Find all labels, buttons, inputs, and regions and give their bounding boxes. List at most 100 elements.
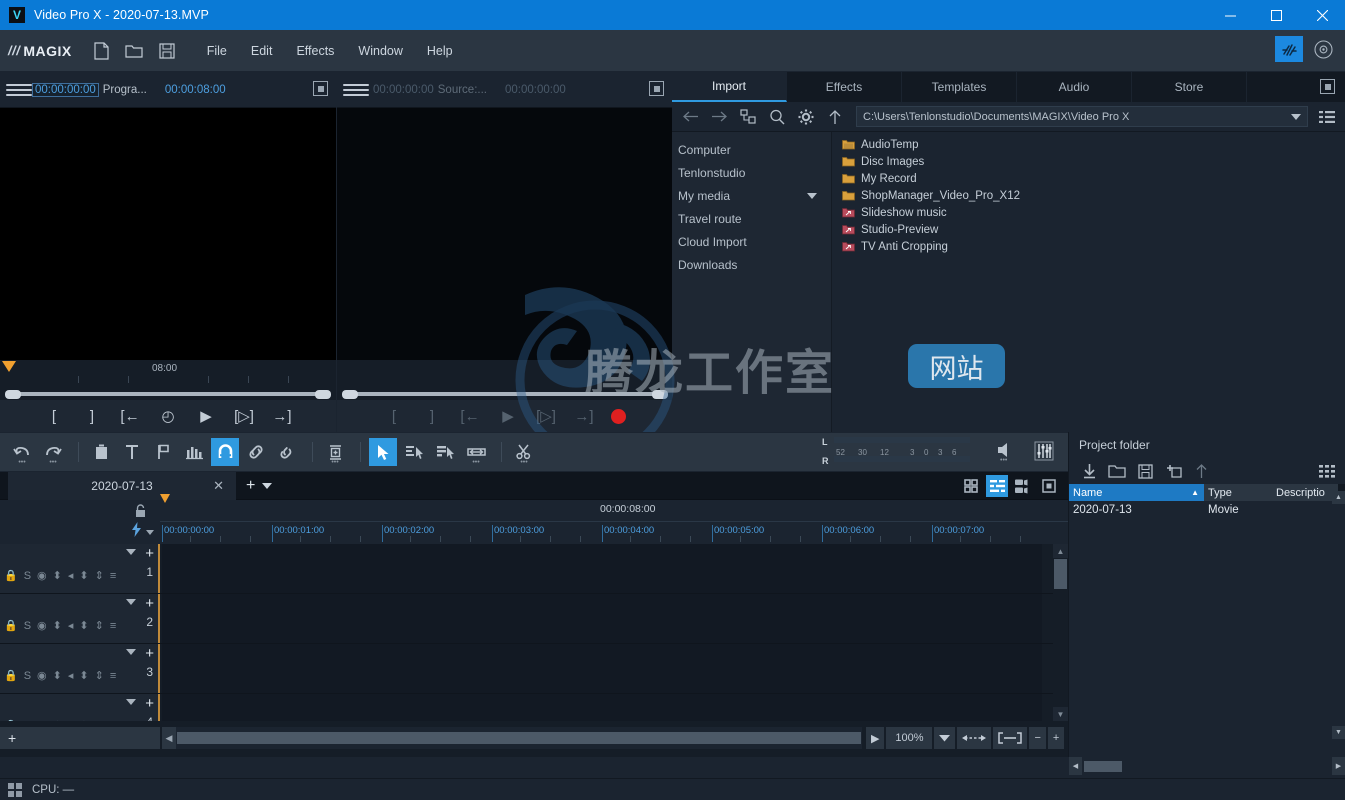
source-range-end-handle[interactable]	[652, 389, 668, 399]
list-item[interactable]: Disc Images	[832, 153, 1345, 170]
track-height-icon[interactable]: ⇕	[95, 669, 104, 682]
sidebar-item-cloud-import[interactable]: Cloud Import	[672, 230, 831, 253]
tab-audio[interactable]: Audio	[1017, 72, 1132, 102]
zoom-to-selection-button[interactable]	[993, 727, 1028, 749]
track-mixer-icon[interactable]: ≡	[110, 570, 116, 582]
program-scrub-bar[interactable]: 08:00	[0, 360, 336, 388]
fireworks-icon[interactable]	[1275, 36, 1303, 62]
add-track-icon[interactable]: +	[145, 595, 154, 612]
media-pool-maximize-icon[interactable]	[1320, 79, 1335, 94]
source-scrub-bar[interactable]	[337, 360, 672, 388]
menu-help[interactable]: Help	[425, 41, 455, 61]
undo-button[interactable]: •••	[8, 438, 36, 466]
path-input[interactable]: C:\Users\Tenlonstudio\Documents\MAGIX\Vi…	[856, 106, 1308, 127]
source-jump-to-start-button[interactable]: [←	[459, 405, 481, 427]
scroll-left-button[interactable]: ◀	[1069, 757, 1082, 775]
keyframe-options-chevron-icon[interactable]	[146, 530, 154, 535]
speaker-icon[interactable]: •••	[995, 440, 1015, 464]
storyboard-view-button[interactable]	[960, 475, 982, 497]
track-volume-icon[interactable]: ⬍	[79, 669, 88, 682]
source-play-range-button[interactable]: [▷]	[535, 405, 557, 427]
sidebar-item-downloads[interactable]: Downloads	[672, 253, 831, 276]
source-play-button[interactable]: ▶	[497, 405, 519, 427]
track-solo-icon[interactable]: S	[24, 620, 31, 632]
delete-button[interactable]	[87, 438, 115, 466]
all-tracks-mode-button[interactable]	[431, 438, 459, 466]
parent-folder-icon[interactable]	[825, 107, 845, 127]
settings-gear-icon[interactable]	[796, 107, 816, 127]
table-row[interactable]: 2020-07-13 Movie	[1069, 501, 1345, 519]
timeline-vertical-scrollbar[interactable]: ▲ ▼	[1053, 544, 1068, 721]
stretch-mode-button[interactable]: •••	[462, 438, 490, 466]
column-header-type[interactable]: Type	[1204, 484, 1272, 501]
track-lane-1[interactable]	[162, 544, 1042, 593]
track-mixer-icon[interactable]: ≡	[110, 620, 116, 632]
track-lock-icon[interactable]: 🔒	[4, 669, 18, 682]
list-item[interactable]: My Record	[832, 170, 1345, 187]
close-tab-icon[interactable]: ✕	[213, 478, 224, 494]
scroll-up-button[interactable]: ▲	[1332, 491, 1345, 504]
track-height-icon[interactable]: ⇕	[95, 619, 104, 632]
source-jump-to-end-button[interactable]: →]	[573, 405, 595, 427]
track-header-2[interactable]: + 🔒 S ◉ ⬍ ◂ ⬍ ⇕ ≡ 2	[0, 594, 160, 643]
program-monitor-maximize-icon[interactable]	[313, 81, 328, 96]
sidebar-item-tenlonstudio[interactable]: Tenlonstudio	[672, 161, 831, 184]
track-options-chevron-icon[interactable]	[126, 549, 136, 555]
track-lane-4[interactable]	[162, 694, 1042, 721]
zoom-out-button[interactable]: −	[1029, 727, 1046, 749]
source-monitor-menu-icon[interactable]	[343, 83, 369, 96]
program-set-in-point-button[interactable]: [	[43, 405, 65, 427]
add-project-button[interactable]: +	[246, 477, 255, 495]
ungroup-button[interactable]	[273, 438, 301, 466]
timeline-timecode-ruler[interactable]: 00:00:00:00 00:00:01:00 00:00:02:00 00:0…	[160, 522, 1068, 544]
program-position-timecode[interactable]: 00:00:00:00	[32, 82, 99, 97]
track-mute-icon[interactable]: ◂	[68, 569, 74, 582]
add-track-icon[interactable]: +	[145, 695, 154, 712]
menu-edit[interactable]: Edit	[249, 41, 275, 61]
mouse-arrow-mode-button[interactable]	[369, 438, 397, 466]
program-jump-to-start-button[interactable]: [←	[119, 405, 141, 427]
menu-effects[interactable]: Effects	[294, 41, 336, 61]
program-set-out-point-button[interactable]: ]	[81, 405, 103, 427]
auto-keyframe-icon[interactable]	[131, 522, 142, 540]
zoom-level-display[interactable]: 100%	[886, 727, 933, 749]
track-solo-icon[interactable]: S	[24, 570, 31, 582]
title-text-button[interactable]	[118, 438, 146, 466]
track-lock-icon[interactable]: 🔒	[4, 569, 18, 582]
tab-store[interactable]: Store	[1132, 72, 1247, 102]
program-jump-to-end-button[interactable]: →]	[271, 405, 293, 427]
project-tab-2020-07-13[interactable]: 2020-07-13 ✕	[8, 471, 236, 500]
track-lock-toggle-icon[interactable]	[134, 504, 147, 521]
scroll-down-button[interactable]: ▼	[1332, 726, 1345, 739]
fit-width-button[interactable]	[957, 727, 992, 749]
open-project-icon[interactable]	[125, 41, 144, 61]
burn-disc-icon[interactable]	[1309, 36, 1337, 62]
add-track-button[interactable]: +	[0, 727, 160, 749]
program-range-slider[interactable]	[0, 388, 336, 400]
scroll-right-button[interactable]: ▶	[866, 727, 885, 749]
zoom-dropdown-button[interactable]	[934, 727, 956, 749]
project-folder-vertical-scrollbar[interactable]: ▲ ▼	[1332, 491, 1345, 739]
list-item[interactable]: AudioTemp	[832, 136, 1345, 153]
sidebar-item-my-media[interactable]: My media	[672, 184, 831, 207]
track-lane-2[interactable]	[162, 594, 1042, 643]
track-mute-icon[interactable]: ◂	[68, 619, 74, 632]
tab-templates[interactable]: Templates	[902, 72, 1017, 102]
source-monitor-maximize-icon[interactable]	[649, 81, 664, 96]
tab-effects[interactable]: Effects	[787, 72, 902, 102]
track-height-icon[interactable]: ⇕	[95, 569, 104, 582]
multicam-view-button[interactable]	[1012, 475, 1034, 497]
scroll-left-button[interactable]: ◀	[162, 727, 176, 749]
track-fade-icon[interactable]: ⬍	[53, 669, 62, 682]
program-playback-options-button[interactable]: ◴	[157, 405, 179, 427]
minimize-button[interactable]	[1207, 0, 1253, 30]
add-track-icon[interactable]: +	[145, 645, 154, 662]
program-playhead-marker[interactable]	[2, 361, 16, 372]
project-menu-chevron-icon[interactable]	[262, 482, 273, 489]
track-volume-icon[interactable]: ⬍	[79, 619, 88, 632]
column-header-description[interactable]: Descriptio	[1272, 484, 1338, 501]
scroll-down-button[interactable]: ▼	[1053, 707, 1068, 721]
tab-import[interactable]: Import	[672, 72, 787, 102]
track-mute-icon[interactable]: ◂	[68, 669, 74, 682]
search-icon[interactable]	[767, 107, 787, 127]
